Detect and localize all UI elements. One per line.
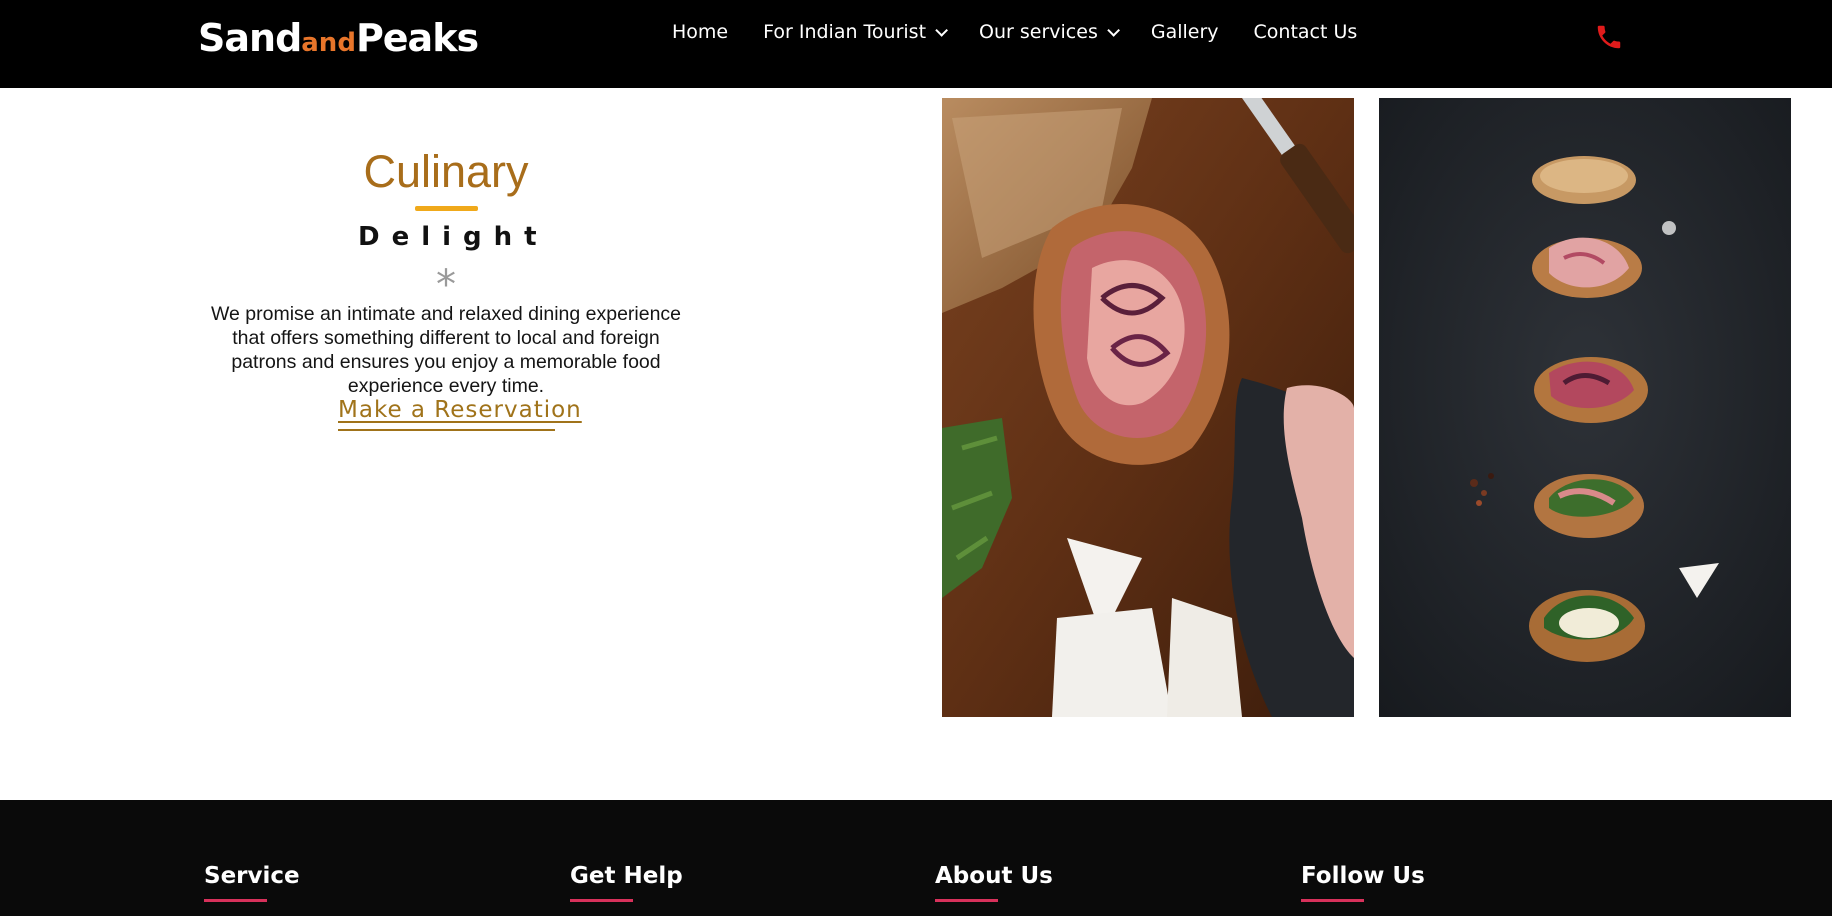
footer-column-about-us: About Us [935, 863, 1053, 902]
footer-heading-underline [1301, 899, 1364, 902]
food-photo-prosciutto-board [942, 98, 1354, 717]
footer-heading-underline [570, 899, 633, 902]
nav-contact-us-label: Contact Us [1253, 21, 1358, 43]
nav-for-indian-tourist-label: For Indian Tourist [763, 21, 927, 43]
nav-gallery[interactable]: Gallery [1151, 21, 1219, 43]
footer-column-get-help: Get Help [570, 863, 683, 902]
nav-for-indian-tourist[interactable]: For Indian Tourist [763, 21, 949, 43]
asterisk-ornament-icon: * [436, 262, 456, 308]
nav-contact-us[interactable]: Contact Us [1254, 21, 1358, 43]
footer-heading-service: Service [204, 863, 300, 889]
food-photo-bruschetta-slate [1379, 98, 1791, 717]
phone-icon[interactable] [1594, 22, 1624, 52]
section-title: Culinary [363, 146, 529, 197]
nav-our-services[interactable]: Our services [979, 21, 1120, 43]
section-description: We promise an intimate and relaxed dinin… [210, 303, 682, 397]
footer-heading-get-help: Get Help [570, 863, 683, 889]
chevron-down-icon [935, 23, 949, 37]
main-nav: Home For Indian Tourist Our services Gal… [672, 0, 1392, 64]
footer-column-service: Service [204, 863, 300, 902]
make-reservation-link[interactable]: Make a Reservation [338, 397, 581, 431]
chevron-down-icon [1107, 23, 1120, 37]
nav-home-label: Home [672, 21, 729, 43]
footer-column-follow-us: Follow Us [1301, 863, 1425, 902]
nav-gallery-label: Gallery [1150, 21, 1219, 43]
title-underline [415, 206, 478, 211]
logo[interactable]: SandandPeaks [198, 14, 479, 67]
section-subtitle: Delight [358, 222, 549, 252]
logo-text-sand: Sand [198, 16, 302, 60]
footer-heading-about-us: About Us [935, 863, 1053, 889]
site-header: SandandPeaks Home For Indian Tourist Our… [0, 0, 1832, 88]
logo-text-peaks: Peaks [355, 16, 479, 60]
nav-home[interactable]: Home [672, 21, 728, 43]
site-footer: Service Get Help About Us Follow Us [0, 800, 1832, 916]
footer-heading-underline [204, 899, 267, 902]
nav-our-services-label: Our services [979, 21, 1098, 43]
logo-text-and: and [301, 28, 356, 58]
footer-heading-underline [935, 899, 998, 902]
footer-heading-follow-us: Follow Us [1301, 863, 1425, 889]
